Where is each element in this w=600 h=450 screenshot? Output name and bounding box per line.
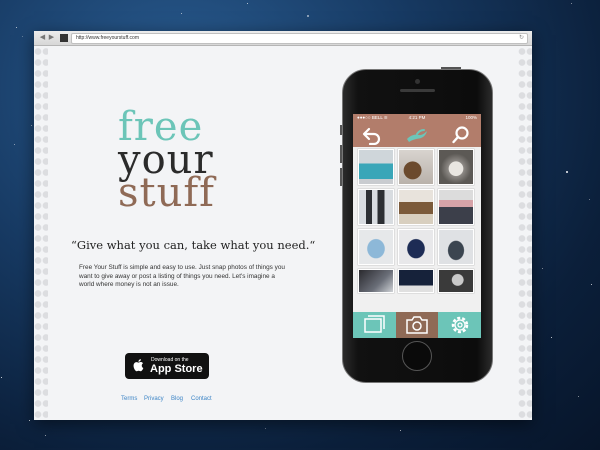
url-text: http://www.freeyourstuff.com xyxy=(76,35,139,41)
search-icon[interactable] xyxy=(451,125,471,145)
grid-photo[interactable] xyxy=(358,269,394,293)
tab-gallery[interactable] xyxy=(353,312,395,338)
star xyxy=(265,428,266,429)
home-button[interactable] xyxy=(402,341,432,371)
grid-photo[interactable] xyxy=(358,189,394,225)
star xyxy=(566,171,568,173)
star xyxy=(551,337,552,338)
address-bar[interactable]: http://www.freeyourstuff.com ↻ xyxy=(71,33,528,44)
grid-photo[interactable] xyxy=(358,149,394,185)
footer-link-contact[interactable]: Contact xyxy=(191,396,212,402)
gallery-icon xyxy=(364,315,385,333)
reload-icon[interactable]: ↻ xyxy=(519,34,524,43)
tagline: “Give what you can, take what you need.“ xyxy=(71,238,316,252)
settings-gear-icon xyxy=(451,316,469,334)
tab-camera[interactable] xyxy=(396,312,438,338)
battery-level: 100% xyxy=(465,115,477,120)
left-dot-border xyxy=(34,46,48,420)
power-button xyxy=(441,67,461,69)
app-store-button[interactable]: Download on the App Store xyxy=(125,353,209,379)
star xyxy=(589,199,590,200)
hand-wave-icon[interactable] xyxy=(405,125,429,145)
footer-link-privacy[interactable]: Privacy xyxy=(144,396,164,402)
grid-photo[interactable] xyxy=(398,269,434,293)
star xyxy=(29,420,30,421)
footer-link-blog[interactable]: Blog xyxy=(171,396,183,402)
right-dot-border xyxy=(518,46,532,420)
star xyxy=(45,435,46,436)
grid-photo[interactable] xyxy=(398,189,434,225)
app-store-big-label: App Store xyxy=(150,363,203,375)
grid-photo[interactable] xyxy=(358,229,394,265)
app-screen: ●●●○○ BELL ≋ 4:21 PM 100% xyxy=(353,114,481,338)
status-time: 4:21 PM xyxy=(408,115,426,120)
back-arrow-icon[interactable] xyxy=(362,125,382,145)
mute-switch xyxy=(340,125,342,135)
back-icon[interactable]: ◀ xyxy=(39,34,46,41)
star xyxy=(22,36,23,37)
star xyxy=(400,430,401,431)
star xyxy=(571,3,572,4)
apple-icon xyxy=(133,359,144,372)
grid-photo[interactable] xyxy=(438,229,474,265)
star xyxy=(31,125,32,126)
footer-link-terms[interactable]: Terms xyxy=(121,396,137,402)
star xyxy=(16,27,17,28)
star xyxy=(307,15,309,17)
star xyxy=(591,284,592,285)
grid-photo[interactable] xyxy=(438,189,474,225)
status-bar: ●●●○○ BELL ≋ 4:21 PM 100% xyxy=(353,114,481,122)
star xyxy=(181,13,182,14)
grid-photo[interactable] xyxy=(438,149,474,185)
free-your-stuff-logo: free your stuff xyxy=(118,107,215,216)
logo-line-stuff: stuff xyxy=(118,170,215,216)
iphone-mockup: ●●●○○ BELL ≋ 4:21 PM 100% xyxy=(340,67,493,383)
star xyxy=(247,3,248,4)
grid-photo[interactable] xyxy=(398,149,434,185)
star xyxy=(578,396,579,397)
description-text: Free Your Stuff is simple and easy to us… xyxy=(79,264,285,288)
bottom-tab-bar xyxy=(353,312,481,338)
browser-toolbar: ◀ ▶ http://www.freeyourstuff.com ↻ xyxy=(34,31,532,46)
grid-photo[interactable] xyxy=(398,229,434,265)
forward-icon[interactable]: ▶ xyxy=(48,34,55,41)
volume-down-button xyxy=(340,168,342,186)
star xyxy=(14,144,15,145)
star xyxy=(1,377,2,378)
site-favicon-icon xyxy=(60,34,68,42)
browser-window: ◀ ▶ http://www.freeyourstuff.com ↻ free … xyxy=(34,31,532,420)
star xyxy=(542,268,543,269)
camera-icon xyxy=(406,316,428,334)
grid-photo[interactable] xyxy=(438,269,474,293)
app-header-bar xyxy=(353,122,481,147)
front-camera xyxy=(415,79,420,84)
earpiece-speaker xyxy=(400,89,435,92)
tab-settings[interactable] xyxy=(439,312,481,338)
volume-up-button xyxy=(340,145,342,163)
